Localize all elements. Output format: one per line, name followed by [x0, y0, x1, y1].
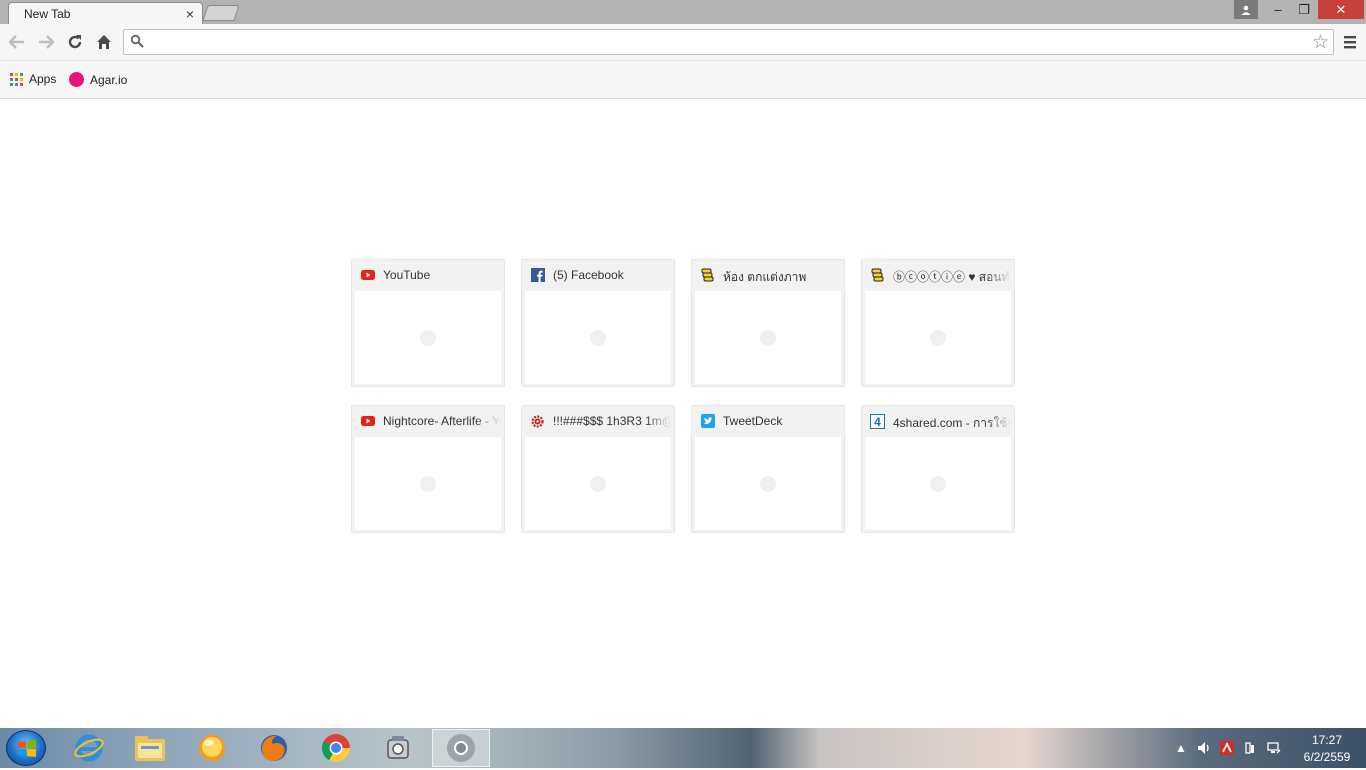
facebook-icon [530, 268, 545, 282]
taskbar-firefox-icon[interactable] [245, 729, 303, 767]
taskbar-chrome-icon[interactable] [307, 729, 365, 767]
forward-arrow-icon[interactable] [35, 31, 57, 53]
reload-icon[interactable] [64, 31, 86, 53]
taskbar-file-explorer-icon[interactable] [121, 729, 179, 767]
tile-room-decor[interactable]: ห้อง ตกแต่งภาพ [691, 259, 845, 387]
browser-toolbar: ☆ [0, 24, 1366, 61]
close-window-button[interactable]: ✕ [1318, 0, 1364, 19]
address-bar[interactable]: ☆ [123, 29, 1334, 55]
antivirus-icon[interactable] [1220, 741, 1234, 755]
tab-new-tab[interactable]: New Tab × [8, 2, 203, 25]
tile-youtube[interactable]: YouTube [351, 259, 505, 387]
tile-thumbnail [865, 437, 1011, 530]
bookmark-agar[interactable]: Agar.io [69, 72, 127, 87]
red-gear-icon [530, 414, 545, 428]
tile-thumbnail [525, 437, 671, 530]
tab-title: New Tab [24, 7, 71, 21]
coin-stack-icon [700, 268, 715, 282]
apps-grid-icon [10, 72, 23, 86]
minimize-button[interactable]: – [1265, 0, 1291, 19]
bookmarks-bar: Apps Agar.io [0, 61, 1366, 99]
tile-title: !!!###$$$ 1h3R3 1m@ [553, 414, 671, 428]
tile-thumbnail [525, 291, 671, 384]
youtube-icon [360, 414, 375, 428]
clock-date[interactable]: 6/2/2559 [1296, 750, 1358, 764]
tile-title: ห้อง ตกแต่งภาพ [723, 270, 807, 284]
tile-title: YouTube [383, 268, 431, 282]
tile-title: Nightcore- Afterlife - YouTube [383, 414, 501, 428]
clock-time[interactable]: 17:27 [1296, 733, 1358, 747]
taskbar-chrome-active-icon[interactable] [432, 729, 490, 767]
windows-taskbar: ▲ 17:27 6/2/2559 [0, 728, 1366, 768]
chrome-menu-icon[interactable] [1340, 32, 1360, 52]
tile-title: ⓑⓒⓞⓣⓘⓔ ♥ สอนทำรี [893, 270, 1011, 284]
profile-user-icon[interactable] [1234, 0, 1258, 19]
svg-text:4: 4 [874, 415, 881, 429]
bookmark-apps[interactable]: Apps [10, 72, 56, 86]
tile-facebook[interactable]: (5) Facebook [521, 259, 675, 387]
new-tab-button[interactable] [202, 5, 240, 21]
youtube-icon [360, 268, 375, 282]
taskbar-utility-icon[interactable] [369, 729, 427, 767]
tile-tweetdeck[interactable]: TweetDeck [691, 405, 845, 533]
tile-thumbnail [695, 437, 841, 530]
omnibox-input[interactable] [150, 33, 1300, 51]
restore-button[interactable]: ❐ [1291, 0, 1317, 19]
search-icon [130, 34, 144, 48]
bookmark-label: Agar.io [90, 72, 128, 87]
4shared-icon: 4 [870, 413, 885, 429]
tab-strip: New Tab × – ❐ ✕ [0, 0, 1366, 25]
tile-thumbnail [355, 291, 501, 384]
tray-expand-icon[interactable]: ▲ [1174, 741, 1188, 755]
coin-stack-icon [870, 268, 885, 282]
tile-4shared[interactable]: 4 4shared.com - การใช้บริการ [861, 405, 1015, 533]
tile-title: TweetDeck [723, 414, 783, 428]
taskbar-sun-app-icon[interactable] [183, 729, 241, 767]
tile-title: (5) Facebook [553, 268, 624, 282]
back-arrow-icon[interactable] [6, 31, 28, 53]
tile-thumbnail [865, 291, 1011, 384]
start-button-icon[interactable] [6, 730, 46, 766]
taskbar-internet-explorer-icon[interactable] [60, 729, 118, 767]
tile-thumbnail [355, 437, 501, 530]
agar-icon [69, 72, 84, 87]
home-icon[interactable] [93, 31, 115, 53]
tile-nightcore[interactable]: Nightcore- Afterlife - YouTube [351, 405, 505, 533]
network-icon[interactable] [1267, 741, 1281, 755]
tab-close-icon[interactable]: × [186, 6, 194, 22]
bookmark-star-icon[interactable]: ☆ [1312, 31, 1329, 54]
tile-thumbnail [695, 291, 841, 384]
power-icon[interactable] [1243, 741, 1257, 755]
tweetdeck-icon [700, 414, 715, 428]
tile-title: 4shared.com - การใช้บริการ [893, 416, 1011, 430]
volume-icon[interactable] [1197, 741, 1211, 755]
bookmark-label: Apps [29, 72, 57, 86]
tile-bcotie[interactable]: ⓑⓒⓞⓣⓘⓔ ♥ สอนทำรี [861, 259, 1015, 387]
tile-1h3r3[interactable]: !!!###$$$ 1h3R3 1m@ [521, 405, 675, 533]
